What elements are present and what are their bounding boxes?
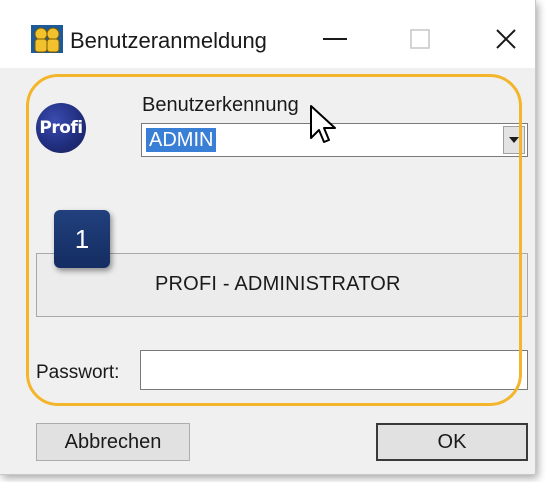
password-field[interactable] — [140, 350, 528, 390]
mouse-pointer-icon — [310, 105, 336, 143]
maximize-button[interactable] — [390, 14, 450, 64]
user-id-value[interactable]: ADMIN — [146, 128, 217, 152]
close-button[interactable] — [476, 14, 536, 64]
ok-button[interactable]: OK — [376, 423, 528, 461]
users-icon — [31, 25, 63, 53]
dropdown-arrow-button[interactable] — [503, 126, 525, 154]
maximize-icon — [410, 29, 430, 49]
user-fullname: PROFI - ADMINISTRATOR — [155, 273, 401, 295]
window-title: Benutzeranmeldung — [70, 28, 267, 53]
user-id-label: Benutzerkennung — [142, 94, 299, 116]
minimize-button[interactable] — [305, 14, 365, 64]
minimize-icon — [323, 38, 347, 40]
profi-logo: Profi — [36, 103, 86, 153]
cancel-button[interactable]: Abbrechen — [36, 423, 190, 461]
close-icon — [496, 29, 516, 49]
chevron-down-icon — [509, 137, 519, 143]
logo-text: Profi — [39, 118, 83, 138]
login-dialog: Benutzeranmeldung Profi Benutzerkennung … — [0, 0, 536, 475]
title-bar: Benutzeranmeldung — [0, 0, 535, 68]
step-badge: 1 — [54, 210, 110, 268]
password-label: Passwort: — [36, 362, 120, 383]
